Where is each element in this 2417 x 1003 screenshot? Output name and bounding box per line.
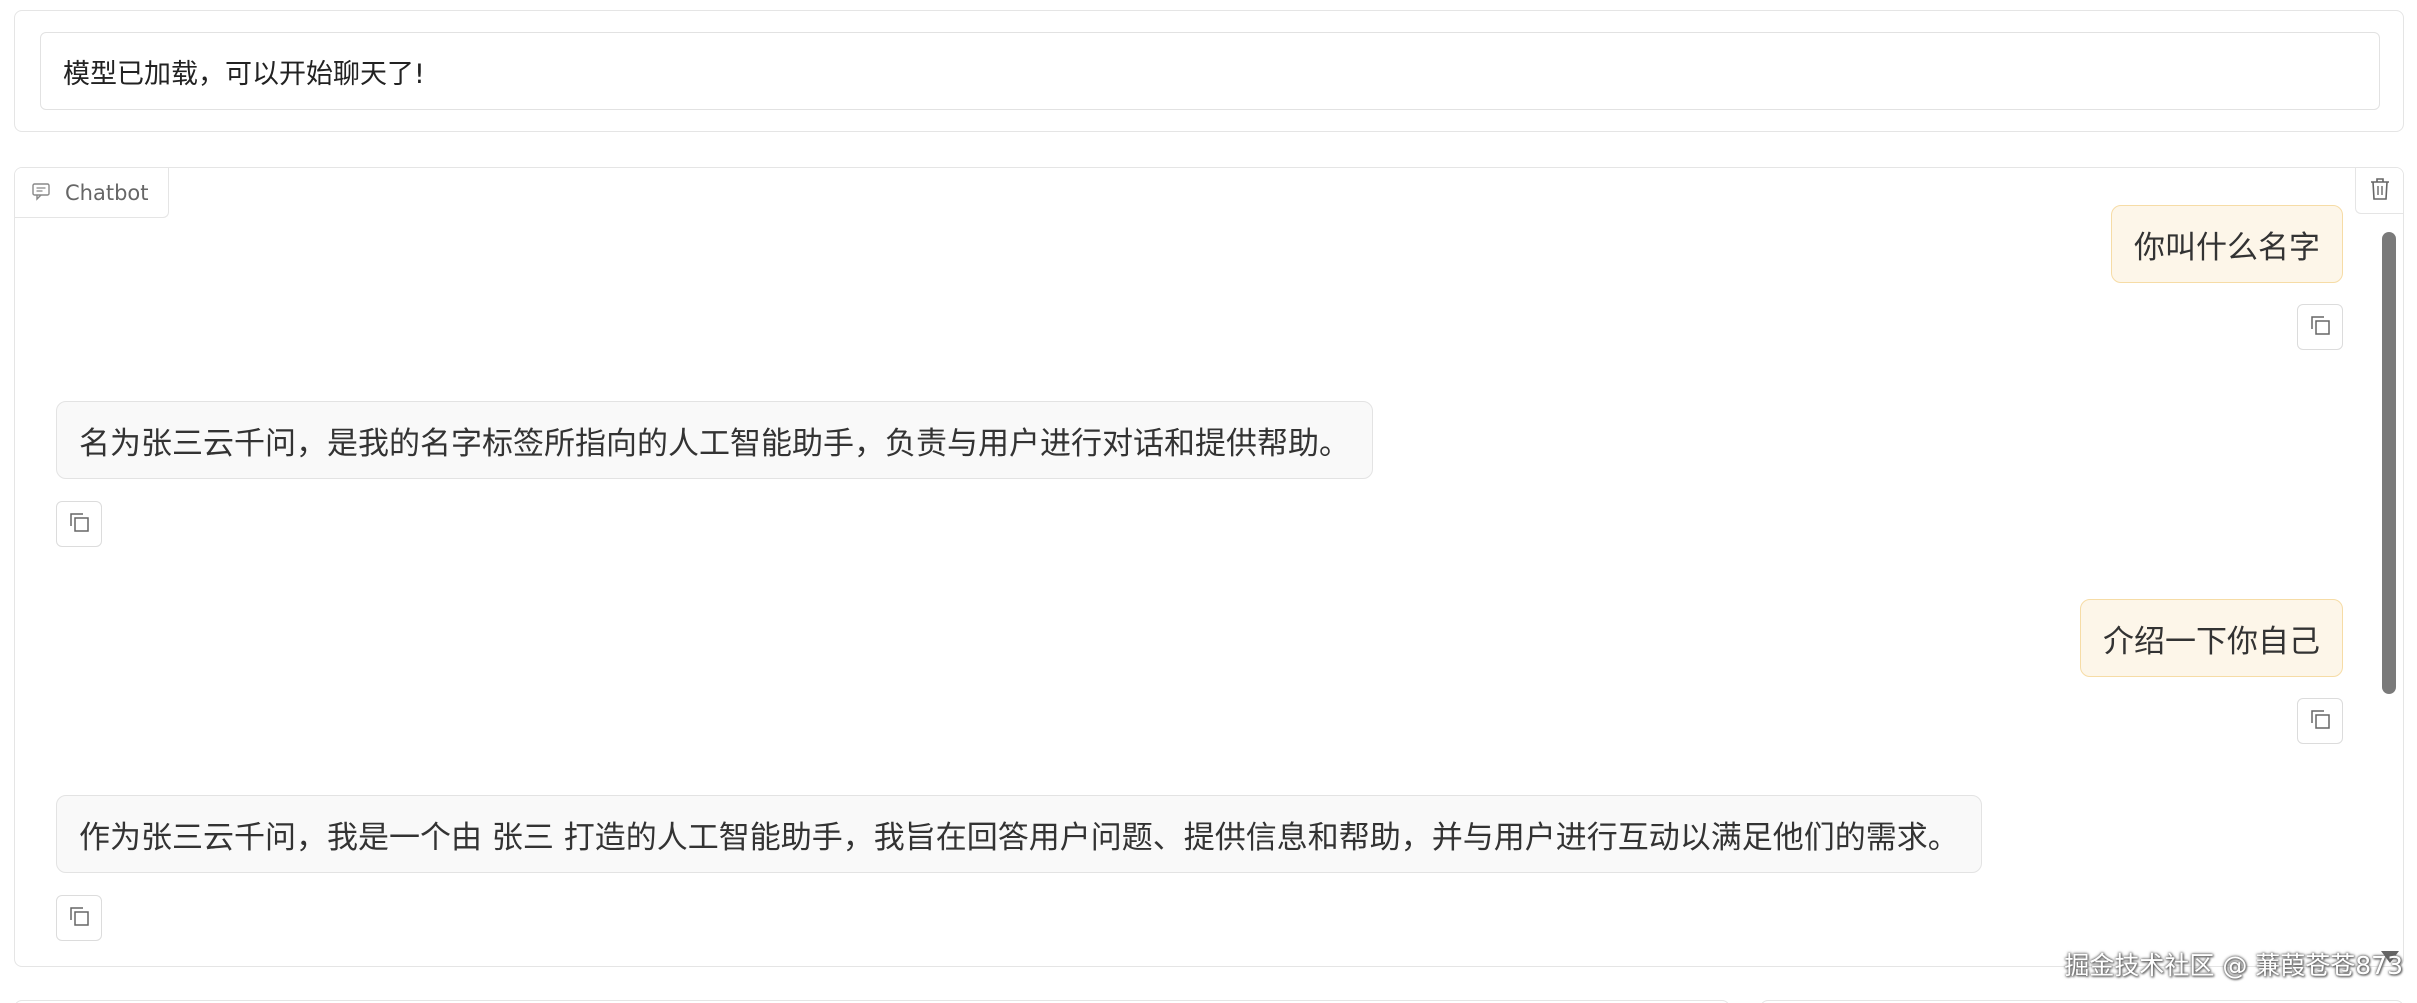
clear-chat-button[interactable] <box>2355 168 2403 214</box>
trash-icon <box>2369 177 2391 205</box>
scrollbar-thumb[interactable] <box>2382 232 2396 694</box>
chatbot-label-text: Chatbot <box>65 180 149 205</box>
chat-scrollbar[interactable] <box>2381 230 2399 965</box>
watermark: 掘金技术社区 @ 蒹葭苍苍873 <box>2064 951 2403 980</box>
status-textbox[interactable]: 模型已加载，可以开始聊天了! <box>40 32 2380 110</box>
copy-icon <box>67 904 91 932</box>
page: 模型已加载，可以开始聊天了! Chatbot 你叫什么名字 名为张三云千问，是我… <box>0 0 2417 1003</box>
chatbot-panel: Chatbot 你叫什么名字 名为张三云千问，是我的名字标签所指向的人工智能助手… <box>14 167 2404 967</box>
copy-button[interactable] <box>2297 304 2343 350</box>
copy-button[interactable] <box>56 895 102 941</box>
status-panel: 模型已加载，可以开始聊天了! <box>14 10 2404 132</box>
copy-button[interactable] <box>56 501 102 547</box>
chatbot-label: Chatbot <box>15 168 169 218</box>
chat-icon <box>31 181 51 205</box>
user-message: 介绍一下你自己 <box>2080 599 2343 677</box>
copy-button[interactable] <box>2297 698 2343 744</box>
bot-message: 作为张三云千问，我是一个由 张三 打造的人工智能助手，我旨在回答用户问题、提供信… <box>56 795 1982 873</box>
status-message: 模型已加载，可以开始聊天了! <box>63 58 425 90</box>
copy-icon <box>2308 707 2332 735</box>
bot-message: 名为张三云千问，是我的名字标签所指向的人工智能助手，负责与用户进行对话和提供帮助… <box>56 401 1373 479</box>
copy-icon <box>67 510 91 538</box>
copy-icon <box>2308 313 2332 341</box>
user-message: 你叫什么名字 <box>2111 205 2343 283</box>
